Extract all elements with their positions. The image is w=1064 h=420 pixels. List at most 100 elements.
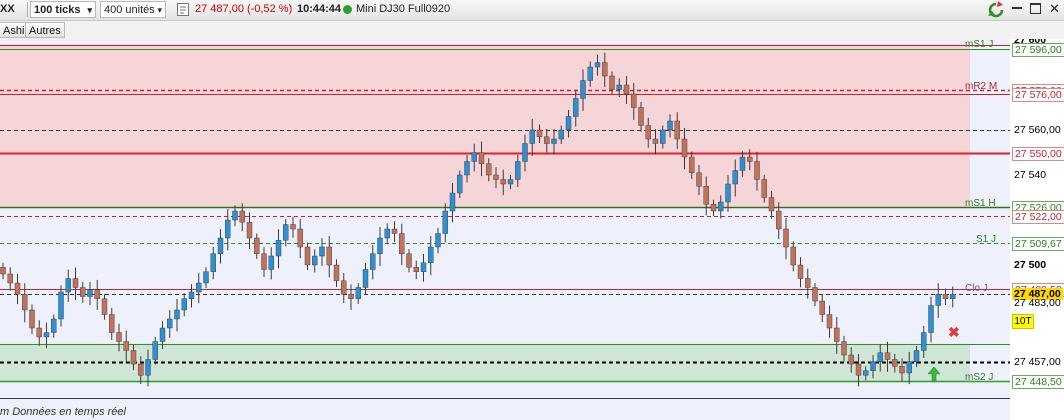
candle-body (747, 156, 753, 162)
volume-value: 400 unités (104, 4, 155, 16)
sell-marker-icon: ✖ (948, 324, 960, 340)
candle-body (783, 228, 789, 248)
candle-body (892, 359, 898, 367)
candle-body (203, 271, 209, 284)
candle-body (333, 264, 340, 281)
candle-body (703, 186, 709, 205)
candle-body (65, 278, 71, 293)
candle-body (29, 309, 35, 329)
candle-body (725, 183, 731, 203)
candle-body (565, 116, 572, 131)
candle-body (768, 197, 775, 212)
candle-body (580, 80, 586, 99)
candle-body (536, 129, 543, 137)
candle-body (587, 66, 593, 81)
candle-body (232, 210, 238, 221)
candle-body (797, 264, 804, 279)
price-axis-label: 27 522,00 (1012, 209, 1064, 224)
candle-body (290, 224, 296, 230)
candle-body (138, 363, 144, 376)
level-label: Clo J (965, 282, 988, 294)
candle-body (826, 314, 833, 329)
candle-body (942, 294, 949, 299)
price-change: 27 487,00 (-0,52 %) (195, 3, 293, 15)
candle-body (478, 152, 485, 164)
candle-body (268, 255, 274, 270)
other-types-button[interactable]: Autres (25, 22, 65, 38)
candle-body (413, 267, 419, 272)
candle-body (486, 163, 492, 176)
candle-body (297, 228, 303, 248)
candle-body (304, 246, 311, 266)
candle-body (283, 224, 289, 241)
price-axis-label: 27 448,50 (1012, 374, 1064, 389)
volume-dropdown[interactable]: 400 unités ▾ (100, 1, 166, 18)
candle-body (841, 341, 847, 356)
candle-body (457, 174, 463, 194)
candle-body (522, 143, 528, 162)
candle-body (152, 341, 158, 360)
chevron-down-icon: ▾ (87, 5, 92, 15)
instrument-info-icon[interactable] (177, 3, 189, 20)
candle-body (464, 161, 470, 176)
candle-body (22, 294, 28, 311)
candle-body (616, 84, 622, 90)
refresh-icon[interactable] (986, 1, 1006, 18)
candle-body (689, 156, 695, 173)
candle-body (710, 204, 717, 212)
level-label: mR2 M (965, 81, 998, 93)
candle-body (210, 253, 216, 272)
candle-body (754, 161, 760, 180)
candle-body (819, 300, 825, 315)
candle-body (51, 318, 57, 333)
close-icon[interactable]: ✕ (1049, 0, 1060, 17)
candle-body (739, 156, 746, 171)
status-dot-icon (343, 5, 352, 14)
candle-body (399, 233, 405, 254)
separator (27, 2, 28, 17)
candle-body (145, 359, 151, 376)
candle-body (950, 294, 956, 299)
maximize-icon[interactable] (1030, 3, 1041, 14)
minimize-icon[interactable] (1012, 7, 1022, 9)
candle-body (848, 354, 854, 365)
price-axis-label: 27 560,00 (1014, 124, 1061, 136)
candle-body (0, 267, 6, 275)
candle-body (384, 228, 390, 239)
clock-time: 10:44:44 (297, 3, 342, 15)
candle-body (884, 352, 891, 360)
candle-body (660, 129, 666, 144)
candle-body (246, 222, 253, 239)
price-axis-label: 27 576,00 (1012, 88, 1064, 102)
candle-body (174, 309, 180, 320)
candle-body (7, 273, 13, 284)
candle-body (36, 327, 42, 338)
candle-body (718, 201, 724, 212)
candle-body (500, 179, 506, 185)
candle-body (790, 246, 796, 266)
price-axis-label: 27 457,00 (1014, 355, 1061, 368)
candle-body (109, 314, 115, 333)
buy-arrow-icon (927, 366, 941, 384)
candle-body (391, 228, 398, 234)
candle-body (442, 210, 448, 234)
candle-body (681, 138, 688, 158)
candle-body (80, 287, 86, 297)
price-axis-label: 27 483,00 (1014, 297, 1061, 310)
level-label: mS1 J (965, 38, 994, 50)
interval-dropdown[interactable]: 100 ticks ▾ (30, 1, 96, 18)
candle-body (239, 210, 245, 223)
price-zone (0, 44, 970, 207)
candle-body (732, 170, 738, 185)
candle-body (913, 350, 920, 362)
price-chart[interactable] (0, 0, 1064, 420)
candle-body (609, 75, 615, 90)
candle-body (877, 352, 883, 362)
instrument-selector[interactable]: XX (0, 1, 15, 18)
price-axis-label: 27 540 (1014, 169, 1047, 181)
candle-body (362, 269, 369, 288)
candle-body (72, 278, 79, 288)
candle-body (805, 278, 811, 288)
candle-body (515, 161, 521, 180)
candle-body (638, 107, 644, 126)
